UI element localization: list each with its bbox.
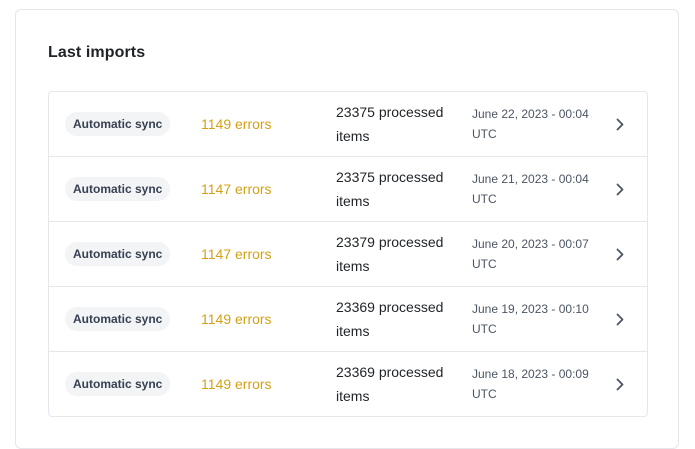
chevron-right-icon[interactable]	[613, 182, 627, 196]
import-row[interactable]: Automatic sync 1149 errors 23369 process…	[49, 351, 647, 416]
sync-type-badge: Automatic sync	[65, 307, 171, 331]
sync-type-badge: Automatic sync	[65, 177, 171, 201]
errors-count: 1149 errors	[201, 376, 272, 392]
import-row[interactable]: Automatic sync 1149 errors 23375 process…	[49, 92, 647, 156]
import-date: June 20, 2023 - 00:07 UTC	[472, 237, 589, 271]
import-date: June 21, 2023 - 00:04 UTC	[472, 172, 589, 206]
chevron-right-icon[interactable]	[613, 247, 627, 261]
errors-count: 1149 errors	[201, 116, 272, 132]
processed-count: 23375 processed items	[336, 169, 444, 209]
sync-type-badge: Automatic sync	[65, 112, 171, 136]
processed-count: 23379 processed items	[336, 234, 444, 274]
last-imports-card: Last imports Automatic sync 1149 errors …	[15, 9, 679, 449]
sync-type-badge: Automatic sync	[65, 242, 171, 266]
card-title: Last imports	[48, 44, 146, 61]
imports-list: Automatic sync 1149 errors 23375 process…	[48, 91, 648, 417]
errors-count: 1147 errors	[201, 181, 272, 197]
sync-type-badge: Automatic sync	[65, 372, 171, 396]
import-date: June 19, 2023 - 00:10 UTC	[472, 302, 589, 336]
processed-count: 23369 processed items	[336, 364, 444, 404]
processed-count: 23375 processed items	[336, 104, 444, 144]
errors-count: 1149 errors	[201, 311, 272, 327]
import-date: June 18, 2023 - 00:09 UTC	[472, 367, 589, 401]
chevron-right-icon[interactable]	[613, 377, 627, 391]
chevron-right-icon[interactable]	[613, 117, 627, 131]
import-row[interactable]: Automatic sync 1147 errors 23375 process…	[49, 156, 647, 221]
import-row[interactable]: Automatic sync 1149 errors 23369 process…	[49, 286, 647, 351]
import-date: June 22, 2023 - 00:04 UTC	[472, 107, 589, 141]
processed-count: 23369 processed items	[336, 299, 444, 339]
import-row[interactable]: Automatic sync 1147 errors 23379 process…	[49, 221, 647, 286]
chevron-right-icon[interactable]	[613, 312, 627, 326]
errors-count: 1147 errors	[201, 246, 272, 262]
